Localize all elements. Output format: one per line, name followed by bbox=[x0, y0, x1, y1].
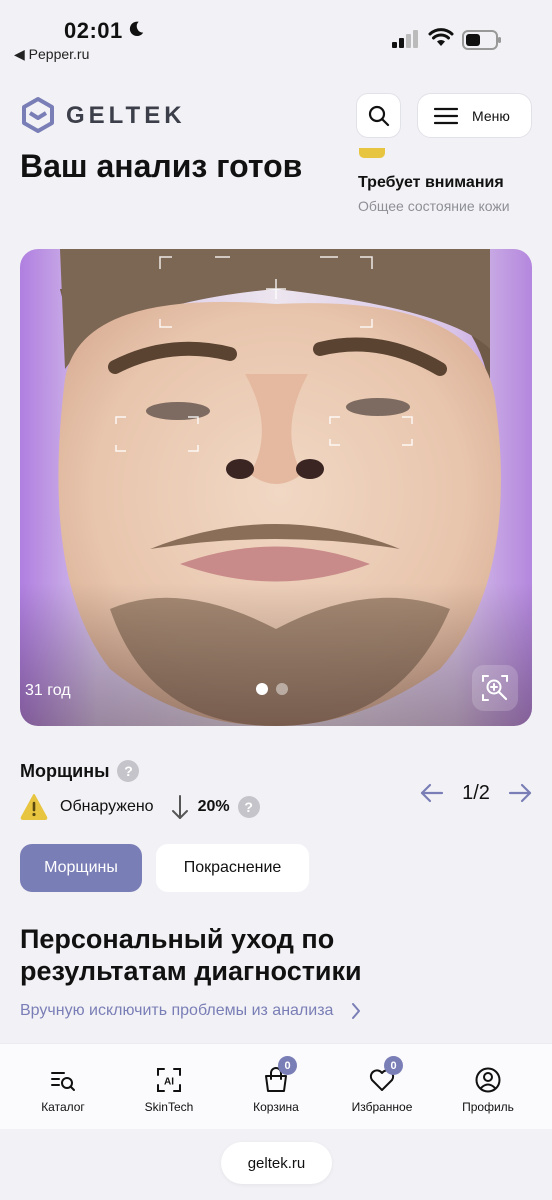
chevron-right-icon bbox=[352, 1003, 361, 1019]
status-indicator bbox=[359, 148, 385, 158]
site-header: GELTEK Меню bbox=[0, 88, 552, 144]
cart-badge: 0 bbox=[278, 1056, 297, 1075]
face-photo bbox=[20, 249, 532, 726]
category-pager: 1/2 bbox=[420, 780, 532, 806]
nav-favorites[interactable]: 0 Избранное bbox=[337, 1056, 427, 1114]
warning-icon bbox=[20, 794, 48, 820]
svg-text:AI: AI bbox=[164, 1077, 174, 1088]
back-to-app-link[interactable]: ◀ Pepper.ru bbox=[14, 46, 89, 63]
page-title: Ваш анализ готов bbox=[20, 148, 303, 184]
carousel-dots bbox=[256, 683, 288, 695]
browser-url-bar[interactable]: geltek.ru bbox=[221, 1142, 332, 1184]
status-time: 02:01 bbox=[64, 18, 123, 43]
pager-text: 1/2 bbox=[462, 781, 490, 804]
arrow-right-icon[interactable] bbox=[508, 783, 532, 803]
menu-button[interactable]: Меню bbox=[417, 93, 532, 138]
tab-redness[interactable]: Покраснение bbox=[156, 844, 309, 892]
logo-text[interactable]: GELTEK bbox=[66, 102, 186, 130]
analysis-photo[interactable] bbox=[20, 249, 532, 726]
nav-cart[interactable]: 0 Корзина bbox=[231, 1056, 321, 1114]
nav-label: Каталог bbox=[41, 1100, 85, 1114]
age-label: 31 год bbox=[25, 682, 71, 699]
hamburger-icon bbox=[434, 107, 458, 124]
signal-icon bbox=[392, 30, 418, 48]
menu-label: Меню bbox=[472, 107, 510, 124]
geltek-logo-icon[interactable] bbox=[20, 96, 56, 134]
category-label: Морщины bbox=[20, 760, 110, 781]
catalog-icon bbox=[51, 1072, 75, 1091]
tab-wrinkles[interactable]: Морщины bbox=[20, 844, 142, 892]
detection-row: Обнаружено 20% ? bbox=[20, 792, 260, 822]
nav-label: Корзина bbox=[253, 1100, 299, 1114]
bottom-navigation: Каталог AI SkinTech 0 Корзина 0 Избранно… bbox=[0, 1043, 552, 1129]
help-icon[interactable]: ? bbox=[117, 760, 140, 782]
care-section-title: Персональный уход по результатам диагнос… bbox=[20, 924, 362, 986]
exclude-problems-link[interactable]: Вручную исключить проблемы из анализа bbox=[20, 1002, 361, 1020]
category-row: Морщины ? bbox=[20, 760, 140, 782]
nav-catalog[interactable]: Каталог bbox=[18, 1066, 108, 1114]
favorites-badge: 0 bbox=[384, 1056, 403, 1075]
status-bar: 02:01 ◀ Pepper.ru bbox=[0, 0, 552, 70]
skin-status-title: Требует внимания bbox=[358, 174, 504, 191]
help-icon[interactable]: ? bbox=[237, 796, 260, 818]
search-icon bbox=[368, 105, 389, 126]
ai-scan-icon: AI bbox=[157, 1068, 181, 1092]
battery-icon bbox=[462, 30, 501, 50]
nav-label: Профиль bbox=[462, 1100, 514, 1114]
nav-skintech[interactable]: AI SkinTech bbox=[124, 1066, 214, 1114]
zoom-in-icon bbox=[482, 675, 508, 701]
exclude-link-label: Вручную исключить проблемы из анализа bbox=[20, 1002, 334, 1019]
nav-profile[interactable]: Профиль bbox=[443, 1066, 533, 1114]
detected-label: Обнаружено bbox=[60, 798, 154, 815]
wifi-icon bbox=[428, 28, 454, 46]
arrow-down-icon bbox=[171, 795, 188, 819]
zoom-button[interactable] bbox=[472, 665, 518, 711]
nav-label: Избранное bbox=[351, 1100, 413, 1114]
arrow-left-icon[interactable] bbox=[420, 783, 444, 803]
moon-icon bbox=[129, 21, 144, 37]
nav-label: SkinTech bbox=[144, 1100, 194, 1114]
skin-status-subtitle: Общее состояние кожи bbox=[358, 198, 510, 214]
carousel-dot[interactable] bbox=[276, 683, 288, 695]
carousel-dot-active[interactable] bbox=[256, 683, 268, 695]
profile-icon bbox=[475, 1067, 501, 1093]
detected-percent: 20% bbox=[197, 798, 230, 815]
search-button[interactable] bbox=[356, 93, 401, 138]
